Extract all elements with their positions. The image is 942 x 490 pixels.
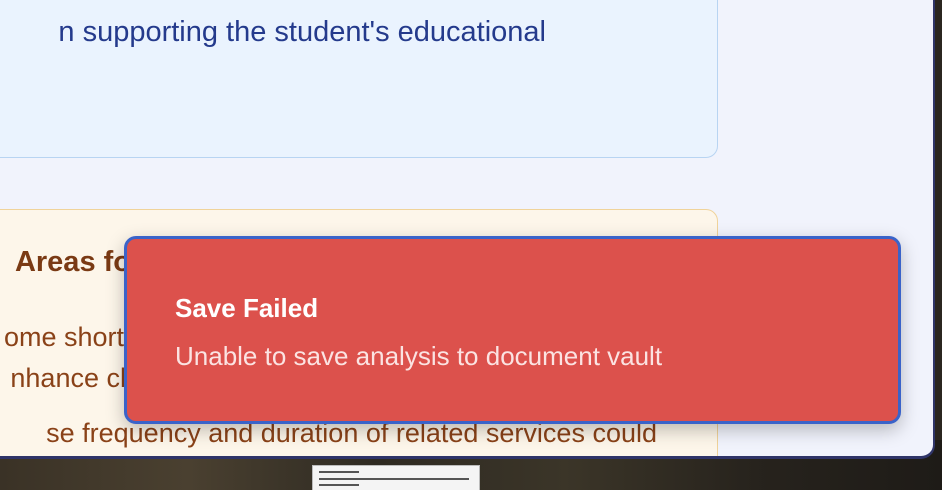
areas-heading: Areas fo	[14, 246, 131, 278]
analysis-summary-text: n supporting the student's educational	[58, 16, 546, 48]
toast-message: Unable to save analysis to document vaul…	[175, 341, 663, 371]
areas-line-1: ome short	[3, 322, 124, 352]
areas-line-1-wrap: ome short	[0, 322, 124, 358]
areas-line-2-wrap: nhance cla	[0, 363, 141, 399]
areas-heading-wrap: Areas fo	[0, 246, 131, 286]
toast-title: Save Failed	[175, 293, 319, 323]
error-toast[interactable]: Save Failed Unable to save analysis to d…	[124, 236, 901, 424]
analysis-summary-card: n supporting the student's educational	[0, 0, 718, 158]
background-window-thumbnail[interactable]	[312, 465, 480, 490]
analysis-summary-text-wrap: n supporting the student's educational	[0, 16, 546, 49]
areas-line-2: nhance cla	[10, 363, 141, 393]
